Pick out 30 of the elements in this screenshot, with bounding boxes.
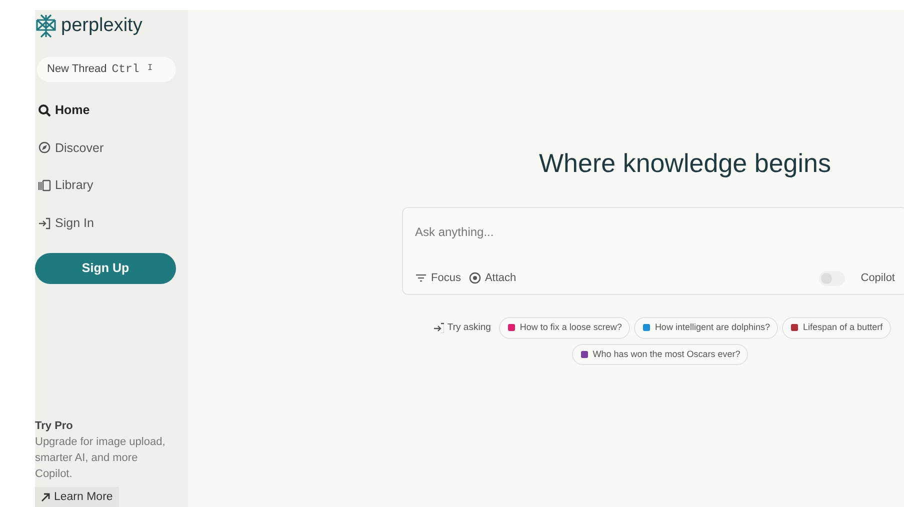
heading: Where knowledge begins	[538, 147, 832, 180]
suggestion-chip[interactable]: How to fix a loose screw?	[498, 317, 630, 338]
sidebar-item[interactable]: Home	[38, 100, 188, 120]
sign-in-icon	[433, 322, 444, 334]
suggestion-chip[interactable]: Lifespan of a butterf	[782, 317, 891, 338]
sign-up-button[interactable]: Sign Up	[35, 252, 176, 284]
search-field[interactable]: Ask anything...	[415, 223, 895, 241]
learn-more-button[interactable]: Learn More	[35, 487, 119, 507]
suggestion-chip[interactable]: Who has won the most Oscars ever?	[572, 344, 748, 365]
toolbar-button[interactable]: Attach	[468, 270, 516, 286]
copilot-toggle[interactable]	[818, 270, 845, 286]
new-thread-button[interactable]: New Thread Ctrl I	[37, 56, 176, 82]
search-icon	[38, 104, 51, 117]
attach-icon	[468, 272, 481, 284]
sidebar-item[interactable]: Library	[38, 176, 188, 195]
compass-icon	[38, 141, 51, 154]
filter-icon	[415, 272, 427, 284]
sign-in-icon	[38, 216, 51, 230]
copilot-label: Copilot	[860, 271, 895, 286]
sidebar-item[interactable]: Sign In	[38, 214, 188, 233]
toolbar-button[interactable]: Focus	[415, 270, 461, 286]
sidebar-item[interactable]: Discover	[38, 138, 188, 158]
library-icon	[38, 179, 51, 192]
promo-text: Upgrade for image upload, smarter AI, and more Copilot.	[35, 435, 166, 482]
suggestion-chip[interactable]: How intelligent are dolphins?	[634, 317, 778, 338]
logo-text: perplexity	[61, 14, 142, 38]
try-asking-label: Try asking	[429, 317, 495, 338]
promo-title: Try Pro	[35, 419, 74, 434]
logo-icon	[35, 14, 57, 38]
arrow-icon	[41, 492, 50, 502]
